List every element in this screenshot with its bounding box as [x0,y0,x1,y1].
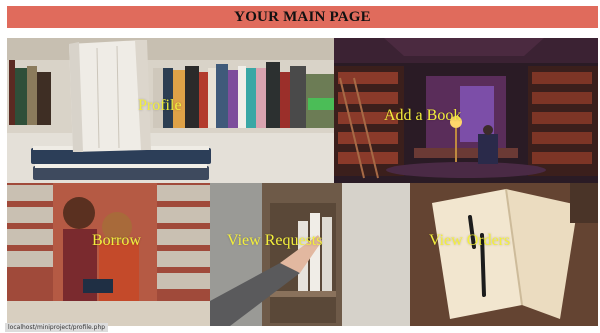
page-title: YOUR MAIN PAGE [234,8,371,25]
add-book-tile-image [334,38,598,183]
borrow-label: Borrow [92,232,141,249]
view-requests-tile-image [210,183,410,326]
add-book-tile[interactable]: Add a Book [334,38,598,183]
add-book-label: Add a Book [384,107,462,124]
view-requests-tile[interactable]: View Requests [210,183,410,326]
view-requests-label: View Requests [227,232,323,249]
view-orders-tile-image [410,183,598,326]
view-orders-tile[interactable]: View Orders [410,183,598,326]
profile-tile[interactable]: Profile [7,38,334,183]
header-bar: YOUR MAIN PAGE [7,6,598,28]
borrow-tile-image [7,183,210,326]
view-orders-label: View Orders [429,232,511,249]
status-bar-url: localhost/miniproject/profile.php [5,323,109,332]
borrow-tile[interactable]: Borrow [7,183,210,326]
profile-label: Profile [138,97,182,114]
